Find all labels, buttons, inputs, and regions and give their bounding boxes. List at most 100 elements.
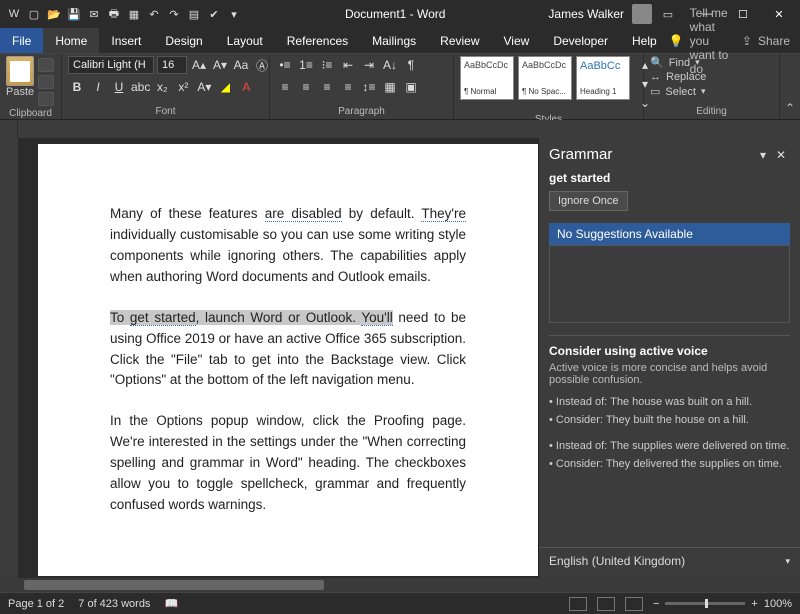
tab-references[interactable]: References	[275, 28, 360, 53]
share-button[interactable]: ⇪ Share	[742, 34, 790, 48]
bold-icon[interactable]: B	[68, 78, 86, 96]
avatar[interactable]	[632, 4, 652, 24]
subscript-icon[interactable]: x₂	[153, 78, 171, 96]
bullets-icon[interactable]: •≡	[276, 56, 294, 74]
draw-table-icon[interactable]: ▤	[186, 6, 202, 22]
numbering-icon[interactable]: 1≡	[297, 56, 315, 74]
tab-insert[interactable]: Insert	[99, 28, 153, 53]
undo-icon[interactable]: ↶	[146, 6, 162, 22]
page[interactable]: Many of these features are disabled by d…	[38, 144, 538, 576]
read-mode-icon[interactable]	[569, 597, 587, 611]
scroll-thumb[interactable]	[24, 580, 324, 590]
font-color-icon[interactable]: A	[237, 78, 255, 96]
borders-icon[interactable]: ▣	[402, 78, 420, 96]
save-icon[interactable]: 💾	[66, 6, 82, 22]
ruler-vertical[interactable]	[0, 138, 18, 578]
separator	[549, 335, 790, 336]
redo-icon[interactable]: ↷	[166, 6, 182, 22]
style-no-spacing[interactable]: AaBbCcDc ¶ No Spac...	[518, 56, 572, 100]
find-button[interactable]: 🔍Find▾	[650, 56, 706, 69]
grammar-pane: Grammar ▾ ✕ get started Ignore Once No S…	[538, 138, 800, 578]
underline-icon[interactable]: U	[110, 78, 128, 96]
style-heading1[interactable]: AaBbCc Heading 1	[576, 56, 630, 100]
open-icon[interactable]: 📂	[46, 6, 62, 22]
language-selector[interactable]: English (United Kingdom) ▾	[539, 547, 800, 578]
ribbon: Paste Clipboard A▴ A▾ Aa Ⓐ B I U	[0, 54, 800, 120]
web-layout-icon[interactable]	[625, 597, 643, 611]
line-spacing-icon[interactable]: ↕≡	[360, 78, 378, 96]
page-indicator[interactable]: Page 1 of 2	[8, 598, 64, 610]
shrink-font-icon[interactable]: A▾	[211, 56, 229, 74]
tab-review[interactable]: Review	[428, 28, 491, 53]
change-case-icon[interactable]: Aa	[232, 56, 250, 74]
touch-mode-icon[interactable]: ▦	[126, 6, 142, 22]
ignore-once-button[interactable]: Ignore Once	[549, 191, 628, 211]
decrease-indent-icon[interactable]: ⇤	[339, 56, 357, 74]
font-size-select[interactable]	[157, 56, 187, 74]
grammar-term: get started	[539, 171, 800, 185]
paragraph-2[interactable]: To get started, launch Word or Outlook. …	[110, 308, 466, 392]
clear-format-icon[interactable]: Ⓐ	[253, 56, 271, 74]
format-painter-button[interactable]	[38, 92, 54, 106]
increase-indent-icon[interactable]: ⇥	[360, 56, 378, 74]
justify-icon[interactable]: ≡	[339, 78, 357, 96]
word-count[interactable]: 7 of 423 words	[78, 598, 150, 610]
strikethrough-icon[interactable]: abc	[131, 78, 150, 96]
italic-icon[interactable]: I	[89, 78, 107, 96]
pane-options-icon[interactable]: ▾	[754, 148, 772, 162]
tab-design[interactable]: Design	[153, 28, 214, 53]
highlight-icon[interactable]: ◢	[216, 78, 234, 96]
shading-icon[interactable]: ▦	[381, 78, 399, 96]
tab-file[interactable]: File	[0, 28, 43, 53]
email-icon[interactable]: ✉	[86, 6, 102, 22]
ruler-horizontal[interactable]	[0, 120, 800, 138]
close-button[interactable]: ✕	[762, 3, 796, 25]
tab-view[interactable]: View	[492, 28, 542, 53]
tab-help[interactable]: Help	[620, 28, 669, 53]
align-center-icon[interactable]: ≡	[297, 78, 315, 96]
paragraph-1[interactable]: Many of these features are disabled by d…	[110, 204, 466, 288]
tab-developer[interactable]: Developer	[541, 28, 620, 53]
show-marks-icon[interactable]: ¶	[402, 56, 420, 74]
paragraph-3[interactable]: In the Options popup window, click the P…	[110, 411, 466, 516]
text-effects-icon[interactable]: A▾	[195, 78, 213, 96]
zoom-level[interactable]: 100%	[764, 598, 792, 610]
no-suggestions-row[interactable]: No Suggestions Available	[549, 223, 790, 245]
zoom-out-icon[interactable]: −	[653, 598, 659, 610]
document-area[interactable]: Many of these features are disabled by d…	[18, 138, 538, 578]
proofing-icon[interactable]: 📖	[164, 597, 178, 610]
select-button[interactable]: ▭Select▾	[650, 85, 706, 98]
paste-button[interactable]: Paste	[6, 86, 34, 98]
tab-mailings[interactable]: Mailings	[360, 28, 428, 53]
suggestions-box	[549, 245, 790, 323]
new-icon[interactable]: ▢	[26, 6, 42, 22]
zoom-control[interactable]: − + 100%	[653, 598, 792, 610]
cut-button[interactable]	[38, 58, 54, 72]
user-name[interactable]: James Walker	[548, 7, 624, 21]
maximize-button[interactable]: ☐	[726, 3, 760, 25]
tab-home[interactable]: Home	[43, 28, 99, 53]
spelling-icon[interactable]: ✔	[206, 6, 222, 22]
replace-button[interactable]: ↔Replace	[650, 71, 706, 83]
zoom-slider[interactable]	[665, 602, 745, 605]
qat-more-icon[interactable]: ▾	[226, 6, 242, 22]
paste-icon[interactable]	[6, 56, 34, 86]
print-preview-icon[interactable]: 🖶	[106, 6, 122, 22]
font-name-select[interactable]	[68, 56, 154, 74]
horizontal-scrollbar[interactable]	[0, 578, 800, 592]
print-layout-icon[interactable]	[597, 597, 615, 611]
styles-gallery[interactable]: AaBbCcDc ¶ Normal AaBbCcDc ¶ No Spac... …	[460, 56, 630, 100]
zoom-in-icon[interactable]: +	[751, 598, 757, 610]
sort-icon[interactable]: A↓	[381, 56, 399, 74]
align-left-icon[interactable]: ≡	[276, 78, 294, 96]
copy-button[interactable]	[38, 75, 54, 89]
collapse-ribbon-icon[interactable]: ⌃	[785, 101, 795, 115]
grow-font-icon[interactable]: A▴	[190, 56, 208, 74]
pane-close-icon[interactable]: ✕	[772, 148, 790, 162]
align-right-icon[interactable]: ≡	[318, 78, 336, 96]
superscript-icon[interactable]: x²	[174, 78, 192, 96]
multilevel-icon[interactable]: ⁝≡	[318, 56, 336, 74]
group-label-paragraph: Paragraph	[276, 104, 447, 119]
tab-layout[interactable]: Layout	[215, 28, 275, 53]
style-normal[interactable]: AaBbCcDc ¶ Normal	[460, 56, 514, 100]
